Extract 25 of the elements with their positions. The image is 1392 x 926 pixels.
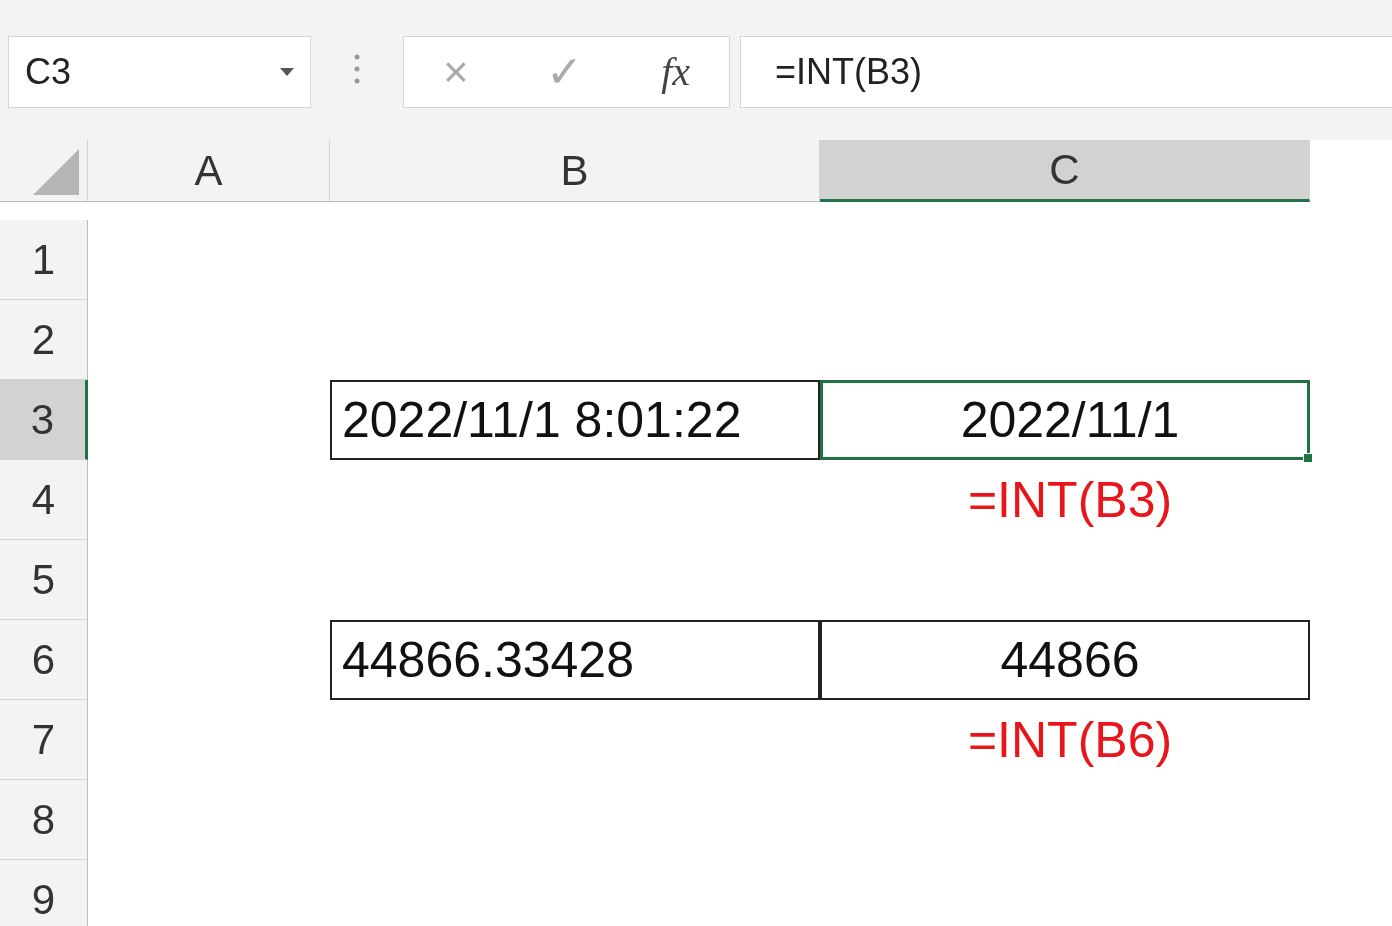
caret-icon xyxy=(280,68,294,76)
fill-handle[interactable] xyxy=(1303,453,1313,463)
row-header[interactable]: 1 xyxy=(0,220,88,300)
row-header[interactable]: 4 xyxy=(0,460,88,540)
table-cell[interactable]: 44866 xyxy=(820,620,1310,700)
row-header[interactable]: 6 xyxy=(0,620,88,700)
table-cell[interactable]: 2022/11/1 8:01:22 xyxy=(330,380,820,460)
row-header[interactable]: 5 xyxy=(0,540,88,620)
column-header[interactable]: A xyxy=(88,140,330,202)
selected-cell[interactable]: 2022/11/1 xyxy=(820,380,1310,460)
row-header[interactable]: 9 xyxy=(0,860,88,926)
formula-field[interactable]: =INT(B3) xyxy=(740,36,1392,108)
formula-note: =INT(B3) xyxy=(967,470,1173,530)
column-header[interactable]: C xyxy=(820,140,1310,202)
row-header[interactable]: 2 xyxy=(0,300,88,380)
column-header[interactable]: B xyxy=(330,140,820,202)
table-cell[interactable]: 44866.33428 xyxy=(330,620,820,700)
row-header[interactable]: 3 xyxy=(0,380,88,460)
row-header[interactable]: 7 xyxy=(0,700,88,780)
name-box[interactable]: C3 xyxy=(8,36,311,108)
drag-handle-icon[interactable] xyxy=(354,54,360,84)
insert-function-button[interactable]: fx xyxy=(661,42,691,102)
select-all-corner-icon[interactable] xyxy=(33,149,79,195)
row-header[interactable]: 8 xyxy=(0,780,88,860)
formula-note: =INT(B6) xyxy=(967,710,1173,770)
